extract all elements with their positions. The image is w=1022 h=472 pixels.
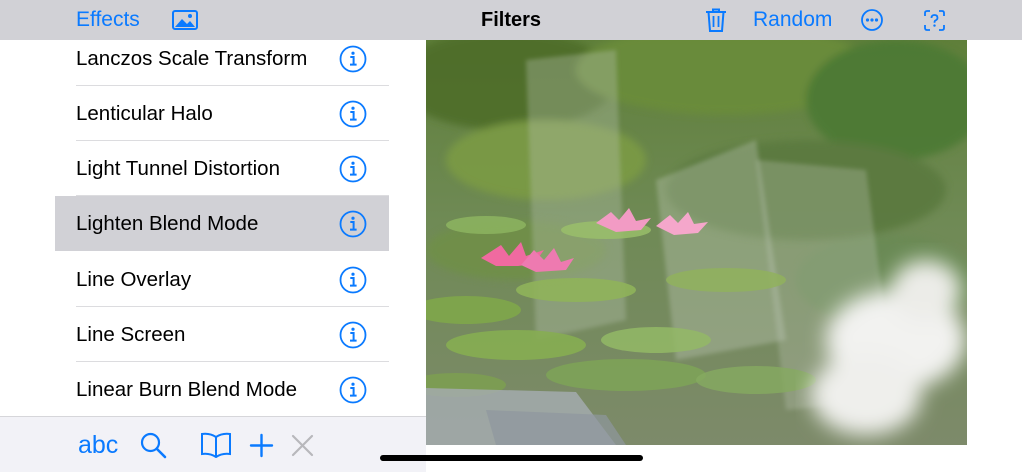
filter-row[interactable]: Linear Burn Blend Mode <box>55 362 389 416</box>
trash-icon <box>706 8 726 32</box>
info-circle-icon[interactable] <box>339 155 367 183</box>
filter-label: Lenticular Halo <box>76 101 213 125</box>
filter-row[interactable]: Line Screen <box>55 307 389 362</box>
photo-icon <box>172 10 198 30</box>
info-circle-icon[interactable] <box>339 100 367 128</box>
abc-button[interactable]: abc <box>78 417 118 472</box>
ellipsis-circle-icon <box>861 9 883 31</box>
random-button[interactable]: Random <box>753 0 832 40</box>
filter-label: Light Tunnel Distortion <box>76 156 280 180</box>
bottom-toolbar: abc <box>0 416 426 472</box>
add-button[interactable] <box>249 417 274 472</box>
filter-row[interactable]: Light Tunnel Distortion <box>55 141 389 196</box>
filter-label: Lanczos Scale Transform <box>76 46 308 70</box>
info-circle-icon[interactable] <box>339 321 367 349</box>
filter-label: Line Overlay <box>76 267 192 291</box>
book-icon <box>201 432 231 458</box>
search-icon <box>140 432 167 459</box>
info-circle-icon[interactable] <box>339 376 367 404</box>
info-circle-icon[interactable] <box>339 45 367 73</box>
info-circle-icon[interactable] <box>339 210 367 238</box>
more-button[interactable] <box>861 0 883 40</box>
book-button[interactable] <box>200 417 232 472</box>
photo-library-button[interactable] <box>172 0 198 40</box>
filter-preview-image[interactable] <box>426 40 967 445</box>
navigation-bar: Effects Filters Random <box>0 0 1022 40</box>
help-button[interactable] <box>924 0 945 40</box>
pond-photo <box>426 40 967 445</box>
filter-list: Lanczos Scale Transform Lenticular Halo … <box>55 40 389 416</box>
filter-label: Lighten Blend Mode <box>76 211 259 235</box>
filter-row[interactable]: Lanczos Scale Transform <box>55 40 389 86</box>
questionmark-square-icon <box>924 9 945 31</box>
filter-row[interactable]: Lenticular Halo <box>55 86 389 141</box>
filter-row-selected[interactable]: Lighten Blend Mode <box>55 196 389 251</box>
search-button[interactable] <box>139 417 167 472</box>
trash-button[interactable] <box>705 0 727 40</box>
effects-button[interactable]: Effects <box>76 0 140 40</box>
filter-label: Line Screen <box>76 322 186 346</box>
home-indicator <box>380 455 643 461</box>
filter-row[interactable]: Line Overlay <box>55 252 389 307</box>
close-icon <box>291 434 314 456</box>
close-button[interactable] <box>291 417 314 472</box>
plus-icon <box>249 433 274 457</box>
filter-label: Linear Burn Blend Mode <box>76 377 298 401</box>
info-circle-icon[interactable] <box>339 266 367 294</box>
